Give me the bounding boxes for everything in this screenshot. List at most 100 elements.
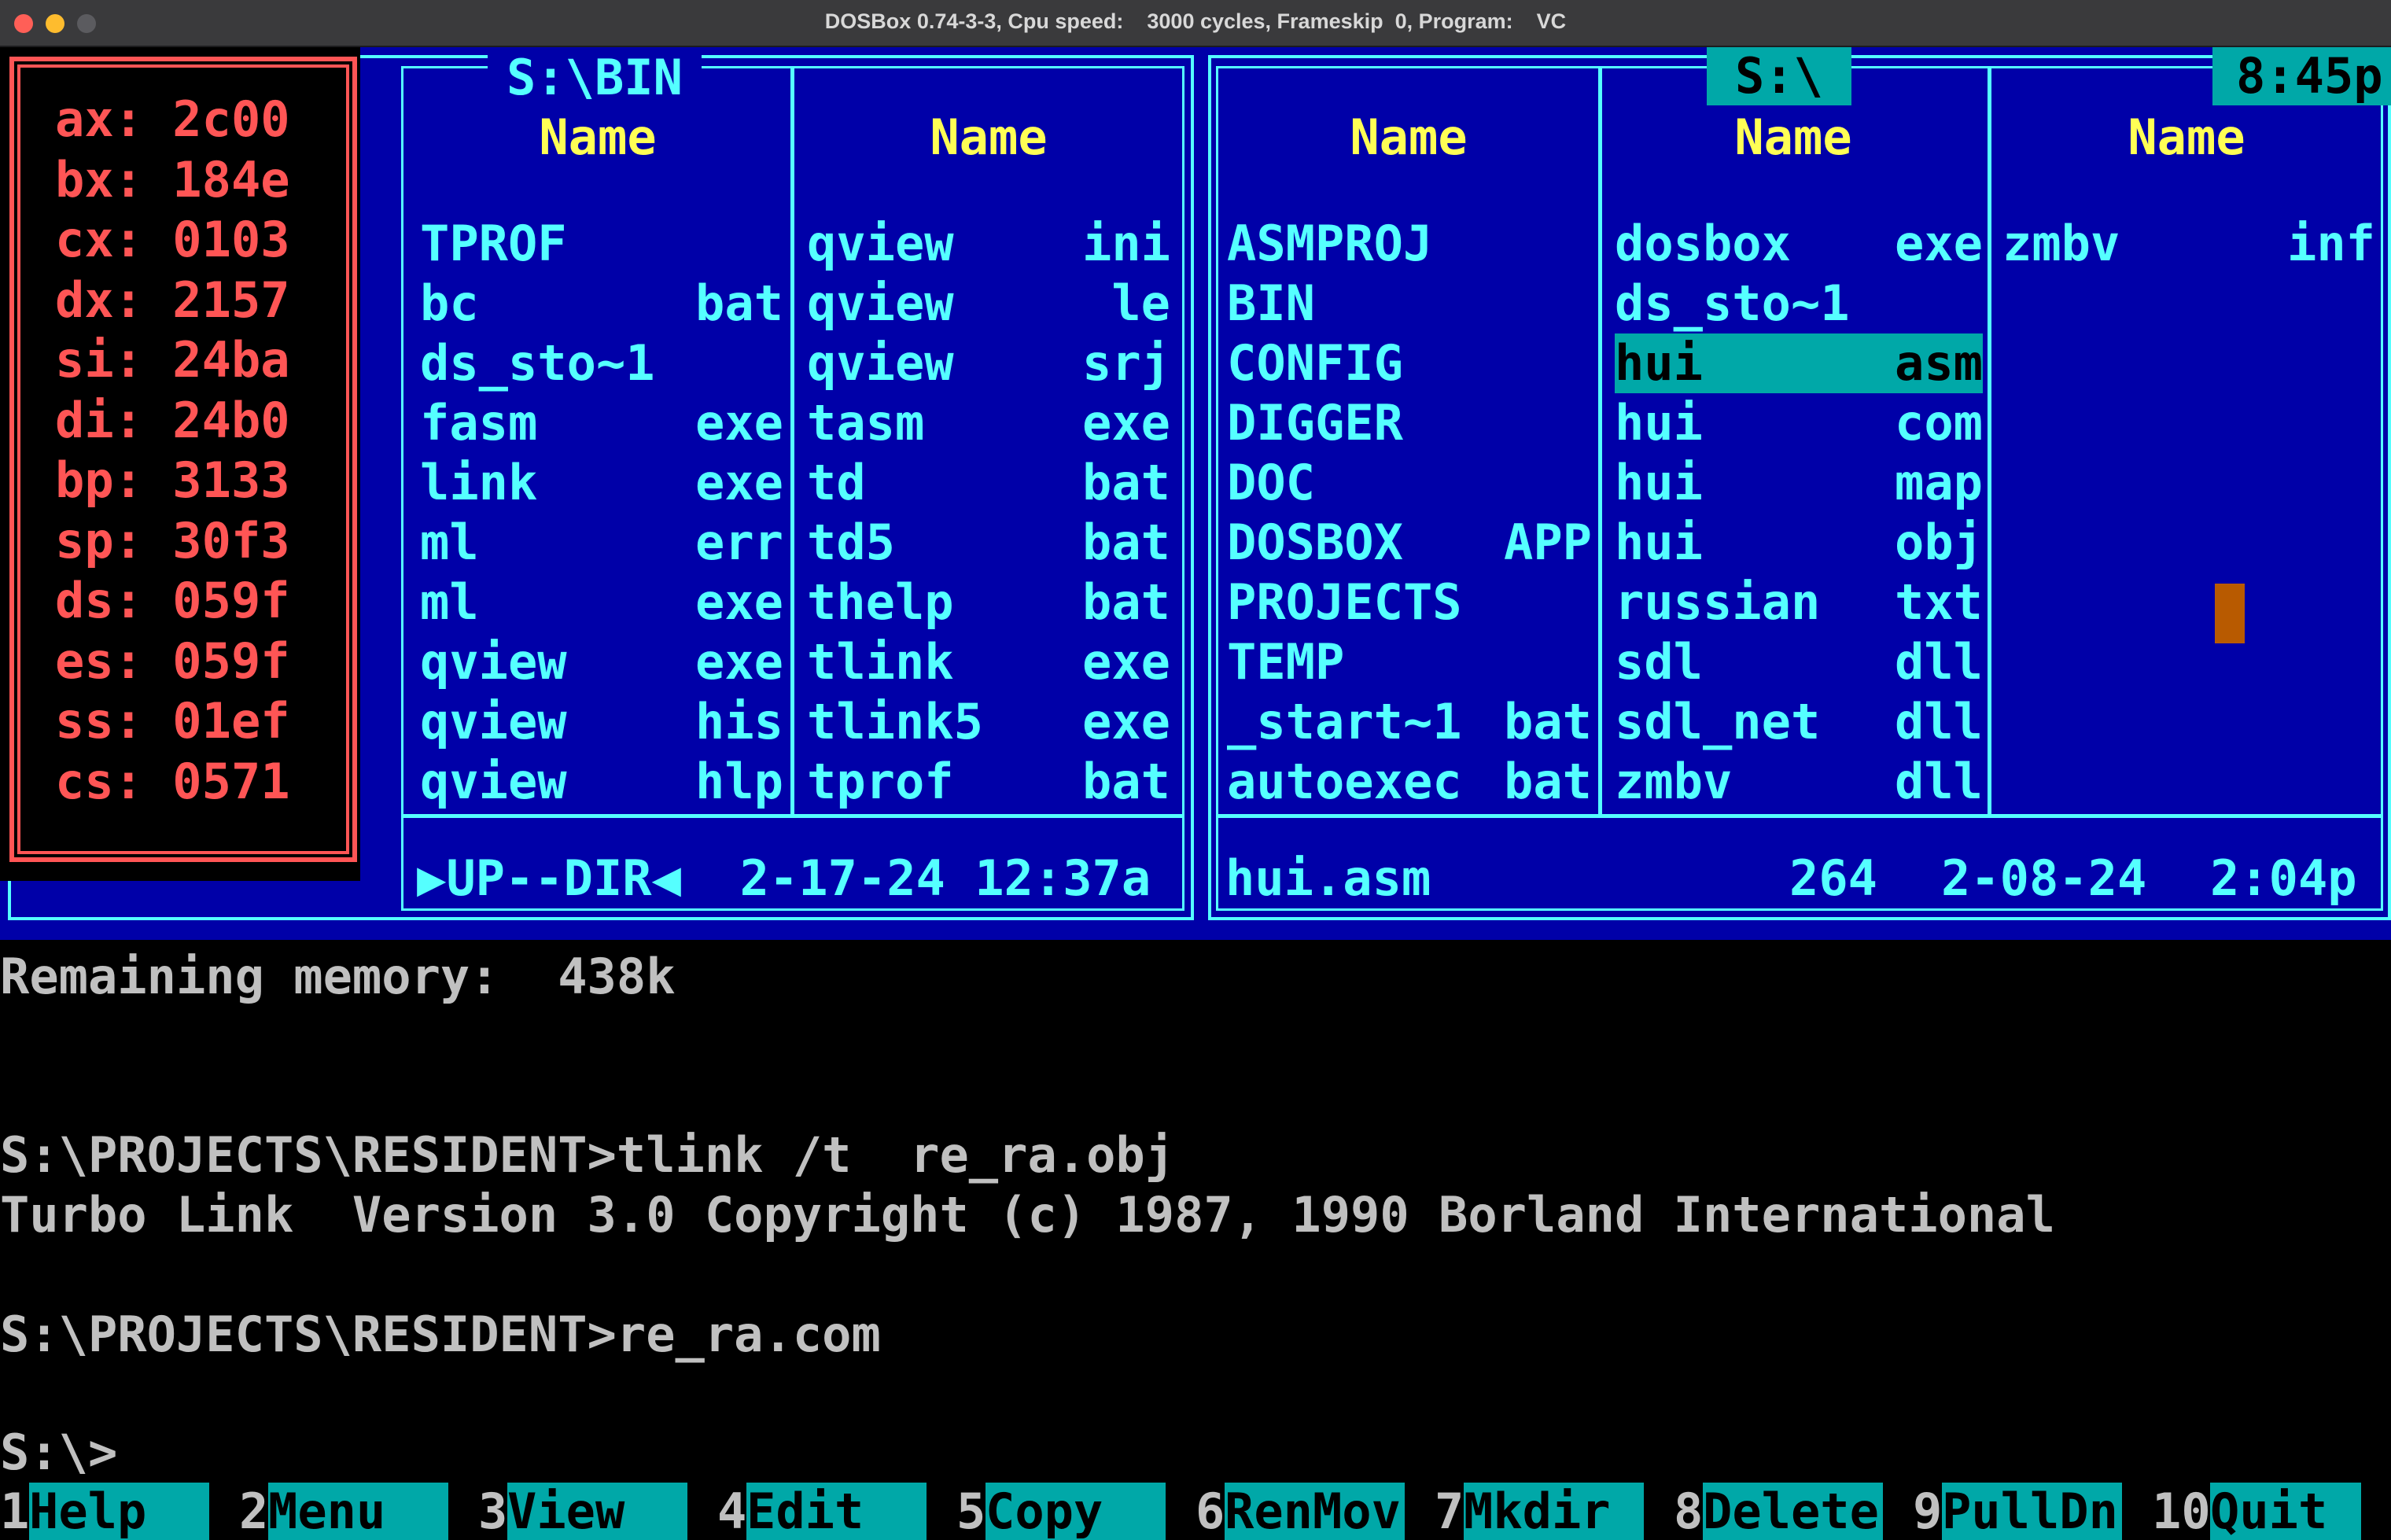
fkey-edit[interactable]: 4 Edit — [717, 1483, 956, 1540]
register-dump-window: ax: 2c00 bx: 184e cx: 0103 dx: 2157 si: 24ba… — [0, 47, 360, 881]
fkey-mkdir[interactable]: 7 Mkdir — [1435, 1483, 1674, 1540]
left-panel-status: ▶UP--DIR◀ 2-17-24 12:37a — [417, 849, 1151, 907]
file-extension: bat — [1082, 514, 1170, 571]
file-name: BIN — [1227, 274, 1315, 332]
register-si: si: 24ba — [55, 331, 290, 389]
file-name: hui — [1615, 514, 1703, 571]
file-entry[interactable]: tlink exe — [807, 632, 1170, 692]
left-col1-header: Name — [539, 109, 657, 166]
right-file-panel[interactable]: S:\ 8:45p Name Name Name ASMPROJ BIN CONFI… — [1196, 47, 2391, 940]
file-extension: srj — [1082, 334, 1170, 392]
file-entry[interactable]: qview hlp — [420, 752, 783, 812]
fkey-label: PullDn — [1942, 1483, 2122, 1540]
file-name: hui — [1615, 334, 1703, 392]
file-name: tlink5 — [807, 693, 983, 750]
file-entry[interactable]: ml err — [420, 513, 783, 573]
fkey-label: Edit — [746, 1483, 927, 1540]
file-name: CONFIG — [1227, 334, 1403, 392]
file-entry[interactable]: _start~1 bat — [1227, 692, 1592, 752]
file-extension: APP — [1504, 514, 1592, 571]
file-entry[interactable]: sdl dll — [1615, 632, 1983, 692]
file-name: qview — [807, 334, 954, 392]
file-entry[interactable]: qview srj — [807, 333, 1170, 393]
file-entry[interactable]: qview his — [420, 692, 783, 752]
fkey-number: 3 — [478, 1483, 508, 1540]
file-entry[interactable]: zmbv dll — [1615, 752, 1983, 812]
file-entry[interactable]: thelp bat — [807, 573, 1170, 632]
fkey-delete[interactable]: 8 Delete — [1674, 1483, 1913, 1540]
file-entry[interactable]: td5 bat — [807, 513, 1170, 573]
file-entry[interactable]: hui obj — [1615, 513, 1983, 573]
file-extension: com — [1895, 394, 1983, 451]
file-extension: exe — [695, 394, 783, 451]
register-es: es: 059f — [55, 632, 290, 690]
dos-screen[interactable]: S:\BIN Name Name TPROF bc bat ds_sto~1 fasm e… — [0, 47, 2391, 1540]
file-entry[interactable]: CONFIG — [1227, 333, 1592, 393]
file-name: TPROF — [420, 215, 567, 272]
right-col1-header: Name — [1350, 109, 1468, 166]
file-entry[interactable]: bc bat — [420, 274, 783, 333]
file-entry[interactable]: dosbox exe — [1615, 214, 1983, 274]
file-entry[interactable]: zmbv inf — [2002, 214, 2375, 274]
file-name: hui — [1615, 394, 1703, 451]
fkey-quit[interactable]: 10 Quit — [2152, 1483, 2391, 1540]
fkey-view[interactable]: 3 View — [478, 1483, 717, 1540]
file-extension: bat — [1504, 693, 1592, 750]
console-command-run: S:\PROJECTS\RESIDENT>re_ra.com — [0, 1306, 881, 1363]
file-entry[interactable]: hui map — [1615, 453, 1983, 513]
file-entry[interactable]: ASMPROJ — [1227, 214, 1592, 274]
file-name: link — [420, 454, 538, 511]
file-name: qview — [420, 753, 567, 810]
file-entry[interactable]: td bat — [807, 453, 1170, 513]
right-panel-column-divider-2 — [1988, 68, 1991, 814]
fkey-pulldn[interactable]: 9 PullDn — [1913, 1483, 2152, 1540]
file-extension: bat — [1082, 753, 1170, 810]
file-entry[interactable]: russian txt — [1615, 573, 1983, 632]
file-entry[interactable]: sdl_net dll — [1615, 692, 1983, 752]
file-entry[interactable]: autoexec bat — [1227, 752, 1592, 812]
file-entry[interactable]: TPROF — [420, 214, 783, 274]
file-entry[interactable]: qview exe — [420, 632, 783, 692]
file-name: sdl — [1615, 633, 1703, 691]
file-entry[interactable]: BIN — [1227, 274, 1592, 333]
fkey-number: 10 — [2152, 1483, 2211, 1540]
fkey-help[interactable]: 1 Help — [0, 1483, 239, 1540]
file-entry[interactable]: fasm exe — [420, 393, 783, 453]
right-panel-column-divider-1 — [1598, 68, 1602, 814]
status-file-size: 264 — [1789, 849, 1877, 907]
command-prompt[interactable]: S:\> — [0, 1424, 117, 1481]
file-entry-selected[interactable]: hui asm — [1615, 333, 1983, 393]
file-entry[interactable]: tasm exe — [807, 393, 1170, 453]
file-entry[interactable]: ds_sto~1 — [420, 333, 783, 393]
left-panel-status-divider — [403, 814, 1182, 818]
file-entry[interactable]: TEMP — [1227, 632, 1592, 692]
window-title: DOSBox 0.74-3-3, Cpu speed: 3000 cycles,… — [824, 9, 1567, 33]
file-entry[interactable]: ml exe — [420, 573, 783, 632]
file-extension: inf — [2287, 215, 2375, 272]
file-entry[interactable]: tprof bat — [807, 752, 1170, 812]
file-entry[interactable]: DOSBOX APP — [1227, 513, 1592, 573]
file-entry[interactable]: qview le — [807, 274, 1170, 333]
file-entry[interactable]: PROJECTS — [1227, 573, 1592, 632]
file-name: fasm — [420, 394, 538, 451]
file-entry[interactable]: tlink5 exe — [807, 692, 1170, 752]
fkey-label: Quit — [2210, 1483, 2361, 1540]
file-entry[interactable]: qview ini — [807, 214, 1170, 274]
fkey-copy[interactable]: 5 Copy — [956, 1483, 1196, 1540]
fkey-number: 2 — [239, 1483, 269, 1540]
file-name: dosbox — [1615, 215, 1791, 272]
file-name: tlink — [807, 633, 954, 691]
fkey-renmov[interactable]: 6 RenMov — [1196, 1483, 1435, 1540]
file-name: PROJECTS — [1227, 573, 1462, 631]
fkey-label: Mkdir — [1464, 1483, 1644, 1540]
left-panel-path: S:\BIN — [488, 49, 702, 106]
file-name: ds_sto~1 — [420, 334, 655, 392]
file-extension: ini — [1082, 215, 1170, 272]
file-entry[interactable]: ds_sto~1 — [1615, 274, 1983, 333]
file-entry[interactable]: hui com — [1615, 393, 1983, 453]
file-name: ds_sto~1 — [1615, 274, 1850, 332]
file-entry[interactable]: DOC — [1227, 453, 1592, 513]
fkey-menu[interactable]: 2 Menu — [239, 1483, 478, 1540]
file-entry[interactable]: link exe — [420, 453, 783, 513]
file-entry[interactable]: DIGGER — [1227, 393, 1592, 453]
